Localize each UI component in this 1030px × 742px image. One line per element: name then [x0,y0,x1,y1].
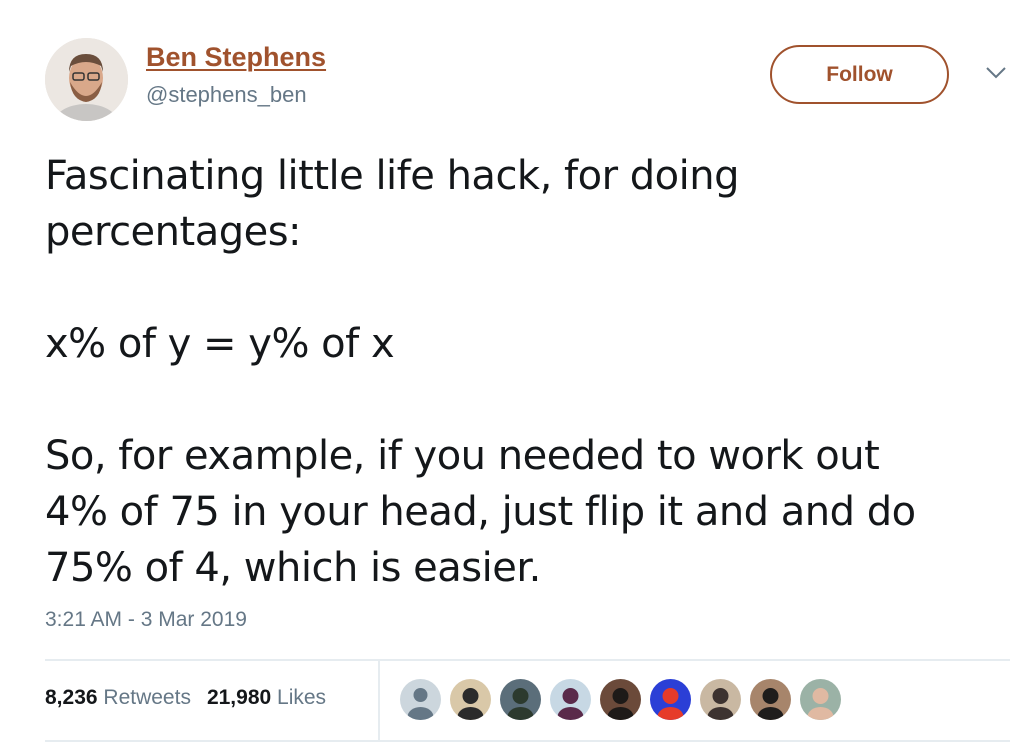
liker-avatar[interactable] [600,679,641,720]
tweet-text: Fascinating little life hack, for doing p… [45,148,1005,596]
author-avatar[interactable] [45,38,128,121]
likes-count: 21,980 [206,686,272,709]
liker-avatar[interactable] [750,679,791,720]
retweets-count: 8,236 [45,686,98,709]
user-photo-icon [700,679,741,720]
user-photo-icon [450,679,491,720]
liker-avatar[interactable] [500,679,541,720]
user-photo-icon [650,679,691,720]
tweet-line: 75% of 4, which is easier. [45,545,541,591]
tweet-line: x% of y = y% of x [45,321,395,367]
liker-avatar[interactable] [550,679,591,720]
tweet-line: Fascinating little life hack, for doing [45,153,739,199]
likes-label: Likes [277,686,327,709]
author-handle[interactable]: @stephens_ben [146,82,307,108]
tweet-blank-line [45,260,1005,316]
liker-avatar[interactable] [400,679,441,720]
user-photo-icon [500,679,541,720]
retweets-stat[interactable]: 8,236 Retweets [45,686,191,709]
user-photo-icon [750,679,791,720]
default-profile-icon [400,679,441,720]
author-display-name[interactable]: Ben Stephens [146,42,326,73]
liker-avatar[interactable] [650,679,691,720]
user-photo-icon [600,679,641,720]
user-photo-icon [800,679,841,720]
tweet-blank-line [45,372,1005,428]
divider-vertical [378,660,380,742]
liker-avatar[interactable] [700,679,741,720]
likes-stat[interactable]: 21,980 Likes [207,686,326,709]
retweets-label: Retweets [103,686,191,709]
follow-button[interactable]: Follow [770,45,949,104]
chevron-down-icon[interactable] [985,66,1007,80]
tweet-timestamp[interactable]: 3:21 AM - 3 Mar 2019 [45,608,247,632]
tweet-line: 4% of 75 in your head, just flip it and … [45,489,916,535]
liker-avatar[interactable] [800,679,841,720]
liker-avatar[interactable] [450,679,491,720]
tweet-line: So, for example, if you needed to work o… [45,433,880,479]
divider-top [45,659,1010,661]
user-photo-icon [45,38,128,121]
likers-avatars [400,679,841,720]
tweet-stats: 8,236 Retweets 21,980 Likes [45,686,326,710]
tweet-line: percentages: [45,209,302,255]
user-photo-icon [550,679,591,720]
